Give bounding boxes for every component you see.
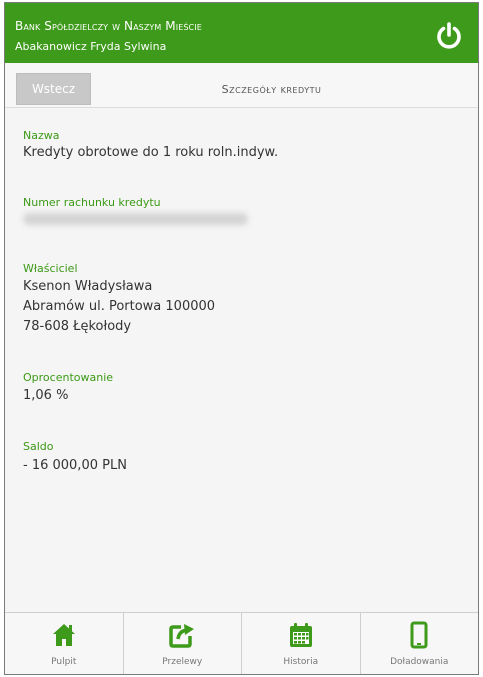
transfer-icon — [169, 624, 195, 648]
tab-label: Przelewy — [162, 657, 203, 667]
bottom-tab-bar: Pulpit Przelewy Historia Doładowania — [5, 612, 478, 674]
name-value: Kredyty obrotowe do 1 roku roln.indyw. — [23, 145, 279, 160]
balance-value: - 16 000,00 PLN — [23, 458, 127, 473]
tab-label: Pulpit — [51, 657, 77, 667]
tab-pulpit[interactable]: Pulpit — [5, 613, 124, 674]
tab-label: Historia — [283, 657, 319, 667]
logout-button[interactable] — [434, 21, 464, 51]
owner-name: Ksenon Władysława — [23, 279, 153, 294]
bank-name: Bank Spółdzielczy w Naszym Mieście — [15, 19, 202, 33]
calendar-icon — [289, 623, 312, 647]
back-button[interactable]: Wstecz — [16, 73, 91, 105]
tab-doladowania[interactable]: Doładowania — [361, 613, 479, 674]
interest-label: Oprocentowanie — [23, 371, 114, 384]
app-header: Bank Spółdzielczy w Naszym Mieście Abaka… — [5, 3, 478, 63]
name-label: Nazwa — [23, 129, 60, 142]
owner-label: Właściciel — [23, 262, 78, 275]
power-icon — [437, 22, 461, 49]
account-number-label: Numer rachunku kredytu — [23, 196, 161, 209]
nav-bar: Wstecz Szczegóły kredytu — [5, 63, 478, 108]
app-frame: Bank Spółdzielczy w Naszym Mieście Abaka… — [4, 2, 479, 675]
phone-icon — [410, 621, 428, 649]
page-title: Szczegóły kredytu — [221, 83, 322, 96]
tab-przelewy[interactable]: Przelewy — [124, 613, 242, 674]
owner-address-street: Abramów ul. Portowa 100000 — [23, 299, 216, 314]
home-icon — [52, 624, 75, 646]
account-number-redacted — [23, 213, 248, 225]
loan-details: Nazwa Kredyty obrotowe do 1 roku roln.in… — [5, 108, 478, 613]
user-name: Abakanowicz Fryda Sylwina — [15, 40, 167, 53]
tab-label: Doładowania — [390, 657, 449, 667]
owner-address-city: 78-608 Łękołody — [23, 319, 132, 334]
interest-value: 1,06 % — [23, 388, 69, 403]
tab-historia[interactable]: Historia — [242, 613, 361, 674]
balance-label: Saldo — [23, 440, 54, 453]
